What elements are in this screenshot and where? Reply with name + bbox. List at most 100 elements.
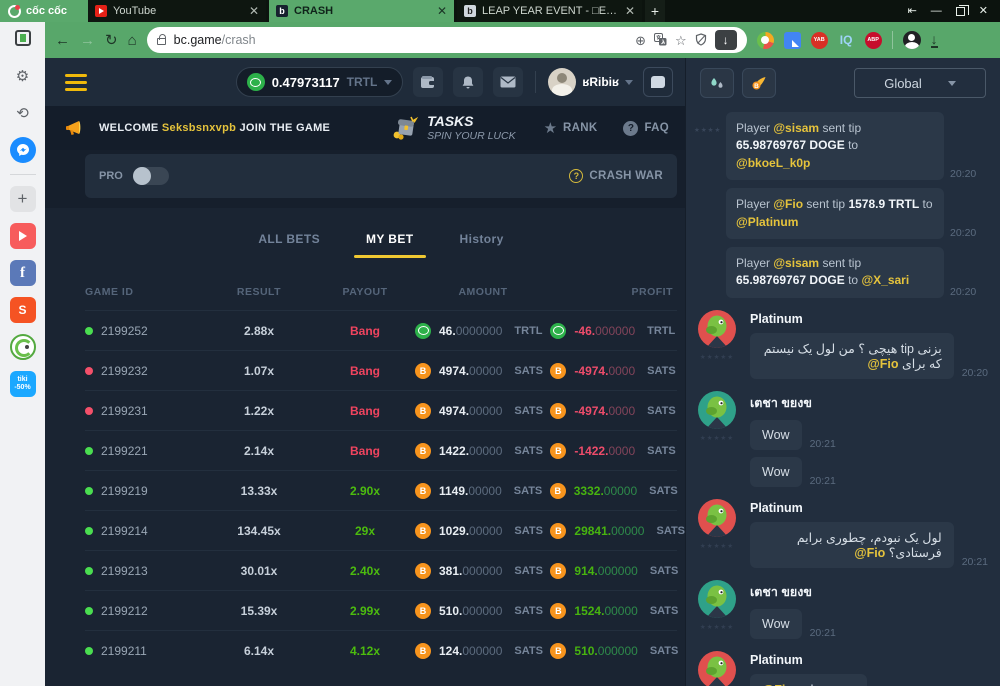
adblock-extension-icon[interactable]: ABP bbox=[865, 32, 882, 49]
bet-table-row[interactable]: 2199213 30.01x 2.40x B 381.000000 SATS B… bbox=[85, 550, 677, 590]
translate-extension-icon[interactable] bbox=[784, 32, 801, 49]
bet-table-row[interactable]: 2199252 2.88x Bang 46.0000000 TRTL -46.0… bbox=[85, 310, 677, 350]
forward-icon[interactable]: → bbox=[80, 33, 95, 48]
translate-page-icon[interactable] bbox=[654, 33, 667, 48]
treasure-chest-icon bbox=[391, 115, 419, 141]
chat-username[interactable]: Platinum bbox=[750, 312, 988, 326]
message-time: 20:20 bbox=[962, 367, 988, 379]
youtube-shortcut-icon[interactable] bbox=[10, 223, 36, 249]
history-icon[interactable]: ⟲ bbox=[10, 100, 36, 126]
tip-recipient[interactable]: @bkoeL_k0p bbox=[736, 156, 810, 170]
tab-all-bets[interactable]: ALL BETS bbox=[258, 232, 320, 258]
minimize-icon[interactable]: — bbox=[931, 6, 942, 17]
restore-icon[interactable] bbox=[956, 7, 965, 16]
bet-table-row[interactable]: 2199212 15.39x 2.99x B 510.000000 SATS B… bbox=[85, 590, 677, 630]
bet-table-row[interactable]: 2199214 134.45x 29x B 1029.00000 SATS B … bbox=[85, 510, 677, 550]
crocodile-avatar-icon bbox=[698, 651, 736, 686]
back-icon[interactable]: ← bbox=[55, 33, 70, 48]
tasks-button[interactable]: TASKSSPIN YOUR LUCK bbox=[391, 114, 516, 141]
bet-table-row[interactable]: 2199219 13.33x 2.90x B 1149.00000 SATS B… bbox=[85, 470, 677, 510]
chat-username[interactable]: Platinum bbox=[750, 501, 988, 515]
username: ʁRibiʁ bbox=[582, 75, 619, 89]
address-bar[interactable]: bc.game/crash ⊕ ☆ ↓ bbox=[147, 27, 747, 53]
user-menu[interactable]: ʁRibiʁ bbox=[548, 68, 633, 96]
new-tab-button[interactable]: + bbox=[645, 0, 665, 22]
profit-int: 3332. bbox=[574, 484, 604, 498]
chat-mention[interactable]: @Fio bbox=[868, 357, 899, 371]
chevron-down-icon bbox=[625, 80, 633, 85]
gear-icon[interactable]: ⚙ bbox=[10, 63, 36, 89]
profile-icon[interactable] bbox=[903, 31, 921, 49]
rank-button[interactable]: ★ RANK bbox=[544, 121, 598, 136]
profit-unit: SATS bbox=[647, 365, 683, 377]
chat-username[interactable]: เตชา ขยงข bbox=[750, 582, 988, 602]
chat-username[interactable]: เตชา ขยงข bbox=[750, 393, 988, 413]
coccoc-rewards-extension-icon[interactable] bbox=[757, 32, 774, 49]
notifications-button[interactable] bbox=[453, 67, 483, 97]
close-tab-icon[interactable]: ✕ bbox=[437, 5, 447, 17]
facebook-shortcut-icon[interactable]: f bbox=[10, 260, 36, 286]
tip-sender[interactable]: @Fio bbox=[773, 197, 803, 211]
avatar[interactable] bbox=[698, 310, 736, 348]
tip-sender[interactable]: @sisam bbox=[773, 256, 819, 270]
chat-channel-select[interactable]: Global bbox=[854, 68, 986, 98]
tip-recipient[interactable]: @X_sari bbox=[861, 273, 909, 287]
coin-icon: B bbox=[415, 403, 431, 419]
wallet-button[interactable] bbox=[413, 67, 443, 97]
tip-sender[interactable]: @sisam bbox=[773, 121, 819, 135]
menu-hamburger-icon[interactable] bbox=[65, 74, 87, 91]
avatar[interactable] bbox=[698, 499, 736, 537]
rain-button[interactable] bbox=[700, 68, 734, 98]
lock-icon[interactable] bbox=[157, 38, 166, 45]
yab-extension-icon[interactable]: YAB bbox=[811, 32, 828, 49]
collapse-tabs-icon[interactable]: ⇤ bbox=[908, 6, 917, 17]
zoom-page-icon[interactable]: ⊕ bbox=[635, 34, 646, 47]
iq-extension-icon[interactable]: IQ bbox=[838, 32, 855, 49]
avatar[interactable] bbox=[698, 651, 736, 686]
payout-cell: Bang bbox=[315, 444, 415, 458]
coccoc-shortcut-icon[interactable] bbox=[10, 334, 36, 360]
shopee-shortcut-icon[interactable]: S bbox=[10, 297, 36, 323]
bell-icon bbox=[461, 75, 475, 90]
bet-table-row[interactable]: 2199211 6.14x 4.12x B 124.000000 SATS B … bbox=[85, 630, 677, 670]
coin-drop-button[interactable]: B bbox=[742, 68, 776, 98]
faq-button[interactable]: ? FAQ bbox=[623, 121, 669, 136]
crash-war-link[interactable]: ? CRASH WAR bbox=[569, 169, 663, 183]
close-tab-icon[interactable]: ✕ bbox=[625, 5, 635, 17]
avatar[interactable] bbox=[698, 391, 736, 429]
shield-icon[interactable] bbox=[695, 33, 707, 48]
tab-leap-year-event[interactable]: b LEAP YEAR EVENT - □Event - ✕ bbox=[457, 0, 642, 22]
home-icon[interactable]: ⌂ bbox=[128, 33, 137, 48]
bet-table-row[interactable]: 2199232 1.07x Bang B 4974.00000 SATS B -… bbox=[85, 350, 677, 390]
chat-toggle-button[interactable] bbox=[643, 67, 673, 97]
coccoc-logo[interactable]: cốc cốc bbox=[0, 0, 88, 22]
chat-mention[interactable]: @Fio bbox=[854, 546, 885, 560]
bet-table-row[interactable]: 2199221 2.14x Bang B 1422.00000 SATS B -… bbox=[85, 430, 677, 470]
status-dot bbox=[85, 647, 93, 655]
close-window-icon[interactable]: ✕ bbox=[979, 6, 988, 17]
messages-button[interactable] bbox=[493, 67, 523, 97]
close-tab-icon[interactable]: ✕ bbox=[249, 5, 259, 17]
workspace-icon[interactable] bbox=[15, 30, 31, 46]
avatar[interactable] bbox=[698, 580, 736, 618]
add-shortcut-icon[interactable]: + bbox=[10, 186, 36, 212]
downloads-icon[interactable]: ↓ bbox=[931, 32, 938, 48]
chat-username[interactable]: Platinum bbox=[750, 653, 988, 667]
crocodile-avatar-icon bbox=[698, 391, 736, 429]
tiki-shortcut-icon[interactable]: tiki-50% bbox=[10, 371, 36, 397]
pro-toggle[interactable] bbox=[133, 167, 169, 185]
reload-icon[interactable]: ↻ bbox=[105, 33, 118, 48]
tab-crash[interactable]: b CRASH ✕ bbox=[269, 0, 454, 22]
bet-table-row[interactable]: 2199231 1.22x Bang B 4974.00000 SATS B -… bbox=[85, 390, 677, 430]
tip-recipient[interactable]: @Platinum bbox=[736, 215, 798, 229]
download-active-icon[interactable]: ↓ bbox=[715, 30, 737, 50]
messenger-icon[interactable] bbox=[10, 137, 36, 163]
tab-my-bet[interactable]: MY BET bbox=[366, 232, 414, 258]
tab-history[interactable]: History bbox=[460, 232, 504, 258]
game-id: 2199211 bbox=[101, 644, 147, 658]
balance-selector[interactable]: 0.47973117 TRTL bbox=[236, 67, 404, 97]
col-result: RESULT bbox=[203, 286, 315, 298]
tab-youtube[interactable]: YouTube ✕ bbox=[88, 0, 266, 22]
welcome-player-name: Seksbsnxvpb bbox=[162, 122, 236, 134]
bookmark-star-icon[interactable]: ☆ bbox=[675, 34, 687, 47]
